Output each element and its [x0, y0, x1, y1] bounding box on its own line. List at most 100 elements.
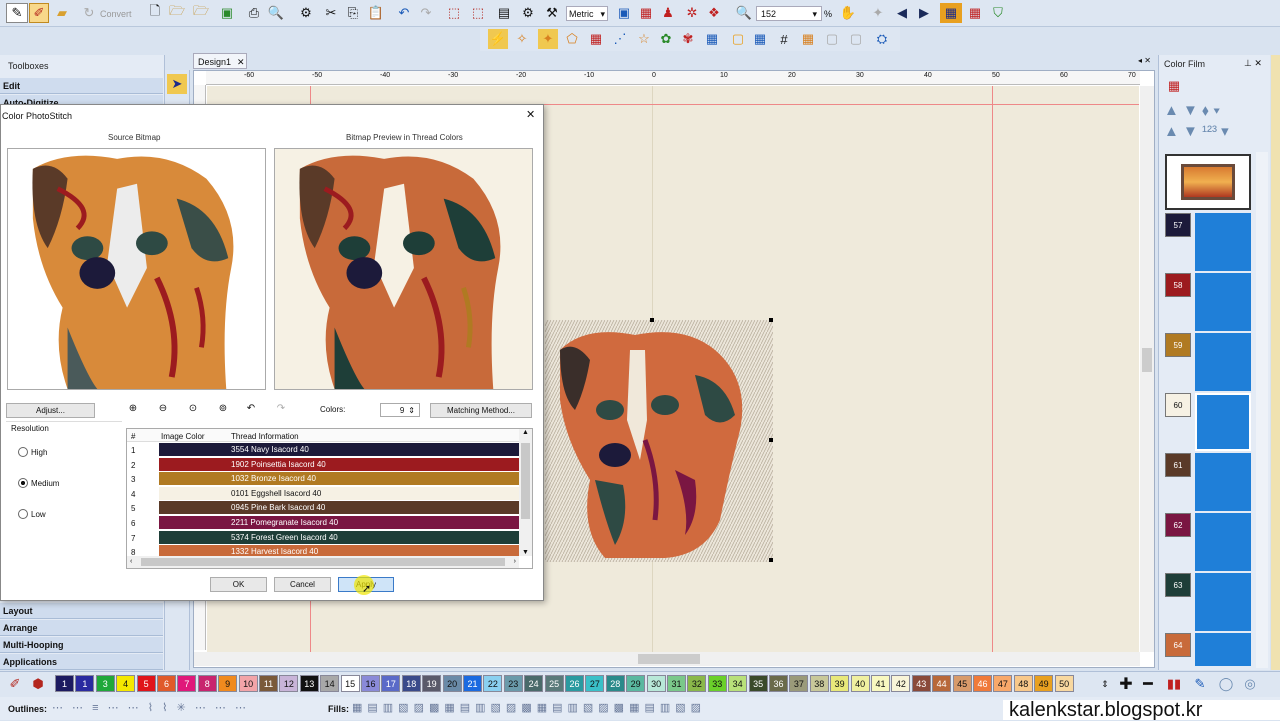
machine-ring-icon[interactable]: ◎ [1240, 674, 1260, 694]
add-color-icon[interactable]: ✚ [1116, 674, 1136, 694]
table-vscroll[interactable]: ▲ ▼ [519, 429, 532, 556]
lasso-icon[interactable]: ✦ [538, 29, 558, 49]
applique-icon[interactable]: ✿ [656, 29, 676, 49]
palette-swatch[interactable]: 1 [75, 675, 95, 692]
reshape-icon[interactable]: ⬚ [468, 3, 488, 23]
palette-swatch[interactable]: 17 [381, 675, 401, 692]
film-item[interactable]: 57 [1165, 213, 1251, 271]
design-tab[interactable]: Design1 ✕ [193, 53, 247, 69]
vertical-scrollbar[interactable] [1140, 86, 1154, 652]
palette-swatch[interactable]: 35 [748, 675, 768, 692]
scroll-down-icon[interactable]: ▼ [519, 549, 532, 556]
spinner-arrows-icon[interactable]: ⇕ [408, 406, 415, 415]
person-icon[interactable]: ♟ [658, 3, 678, 23]
redo-view-icon[interactable]: ↷ [274, 398, 288, 418]
cut-icon[interactable]: ✂ [322, 3, 340, 23]
palette-swatch[interactable]: 12 [279, 675, 299, 692]
zoom-icon[interactable]: 🔍 [734, 3, 754, 23]
palette-swatch[interactable]: 46 [973, 675, 992, 692]
prev-icon[interactable]: ◀ [892, 3, 912, 23]
net-icon[interactable]: # [774, 29, 794, 49]
print-preview-icon[interactable]: 🔍 [266, 3, 286, 23]
copy-icon[interactable]: ⎘ [344, 3, 362, 23]
grid-icon[interactable]: ▦ [586, 29, 606, 49]
matching-method-button[interactable]: Matching Method... [430, 403, 532, 418]
scroll-up-icon[interactable]: ▲ [519, 429, 532, 436]
open-icon[interactable]: 🗁 [168, 3, 186, 23]
palette-swatch[interactable]: 40 [850, 675, 870, 692]
palette-swatch[interactable]: 29 [626, 675, 646, 692]
scroll-thumb[interactable] [1142, 348, 1152, 372]
run-stitch-icon[interactable]: ⚡ [488, 29, 508, 49]
scroll-thumb[interactable] [638, 654, 700, 664]
table-row[interactable]: 1 3554 Navy Isacord 40 [127, 443, 519, 457]
palette-swatch[interactable]: 21 [463, 675, 482, 692]
pin-icon[interactable]: ⊥ ✕ [1244, 58, 1262, 69]
palette-swatch[interactable]: 24 [524, 675, 544, 692]
palette-swatch[interactable]: 48 [1013, 675, 1033, 692]
node-icon[interactable]: ⋰ [610, 29, 630, 49]
palette-swatch[interactable]: 49 [1034, 675, 1054, 692]
palette-swatch[interactable]: 31 [667, 675, 686, 692]
zoom-out-icon[interactable]: ⊖ [156, 398, 170, 418]
palette-swatch[interactable]: 42 [891, 675, 911, 692]
palette-swatch[interactable]: 28 [605, 675, 625, 692]
cancel-button[interactable]: Cancel [274, 577, 331, 592]
color-filter-icon[interactable]: ▦ [964, 3, 986, 23]
print-icon[interactable]: ⎙ [244, 3, 264, 23]
palette-swatch[interactable]: 34 [728, 675, 748, 692]
palette-scroll-icon[interactable]: ⇕ [1098, 674, 1112, 694]
star-icon[interactable]: ✧ [512, 29, 532, 49]
palette-swatch[interactable]: 43 [911, 675, 931, 692]
table-row[interactable]: 3 1032 Bronze Isacord 40 [127, 472, 519, 486]
film-item[interactable]: 61 [1165, 453, 1251, 511]
radio-low[interactable] [18, 509, 28, 519]
scroll-thumb[interactable] [521, 443, 530, 519]
film-scrollbar[interactable] [1256, 152, 1268, 668]
table-hscroll[interactable]: ‹ › [127, 556, 519, 568]
palette-swatch[interactable]: 10 [238, 675, 258, 692]
digitize-icon[interactable]: ✐ [29, 3, 49, 23]
toolbox-applications[interactable]: Applications [0, 654, 163, 670]
star-outline-icon[interactable]: ☆ [634, 29, 654, 49]
palette-swatch[interactable]: 37 [789, 675, 809, 692]
tools-icon[interactable]: ⚒ [542, 3, 562, 23]
machine-icon[interactable]: ⛉ [988, 3, 1008, 23]
fill-icon[interactable]: ▦ [702, 29, 722, 49]
stitch-icon[interactable]: ▤ [494, 3, 514, 23]
toolbox-layout[interactable]: Layout [0, 603, 163, 619]
zoom-fit-icon[interactable]: ⊙ [186, 398, 200, 418]
table-row[interactable]: 7 5374 Forest Green Isacord 40 [127, 530, 519, 545]
palette-swatch[interactable]: 44 [932, 675, 952, 692]
palette-swatch[interactable]: 4 [116, 675, 136, 692]
palette-swatch[interactable]: 23 [503, 675, 523, 692]
palette-swatch[interactable]: 19 [422, 675, 442, 692]
radio-medium[interactable] [18, 478, 28, 488]
film-sort-icons[interactable]: ▲ ▼ ⬧ ▾ ▲ ▼ ¹²³ ▾ [1164, 100, 1254, 142]
cross-stitch-icon[interactable]: ▦ [750, 29, 770, 49]
palette-swatch[interactable]: 38 [809, 675, 829, 692]
convert-button[interactable]: Convert [100, 9, 132, 19]
remove-color-icon[interactable]: ━ [1138, 674, 1158, 694]
film-item[interactable]: 60 [1165, 393, 1251, 451]
scroll-thumb[interactable] [141, 558, 505, 566]
horizontal-scrollbar[interactable] [194, 652, 1140, 666]
zoom-input[interactable]: 152 ▾ [756, 6, 822, 21]
palette-swatch[interactable]: 1 [55, 675, 74, 692]
table-row[interactable]: 4 0101 Eggshell Isacord 40 [127, 486, 519, 501]
film-view-icon[interactable]: ▦ [1164, 76, 1184, 96]
pencil-icon[interactable]: ✎ [6, 3, 28, 23]
embroidery-design[interactable] [545, 320, 773, 562]
new-file-icon[interactable]: 🗋 [146, 3, 164, 23]
palette-swatch[interactable]: 25 [544, 675, 564, 692]
scroll-left-icon[interactable]: ‹ [130, 558, 132, 565]
palette-swatch[interactable]: 33 [707, 675, 727, 692]
selection-handle[interactable] [769, 438, 773, 442]
palette-swatch[interactable]: 18 [401, 675, 421, 692]
palette-swatch[interactable]: 45 [952, 675, 972, 692]
selection-handle[interactable] [769, 318, 773, 322]
select-arrow-icon[interactable]: ➤ [167, 74, 187, 94]
film-overview-thumb[interactable] [1165, 154, 1251, 210]
flower-icon[interactable]: ✾ [678, 29, 698, 49]
show-hoop-icon[interactable]: ▣ [614, 3, 634, 23]
